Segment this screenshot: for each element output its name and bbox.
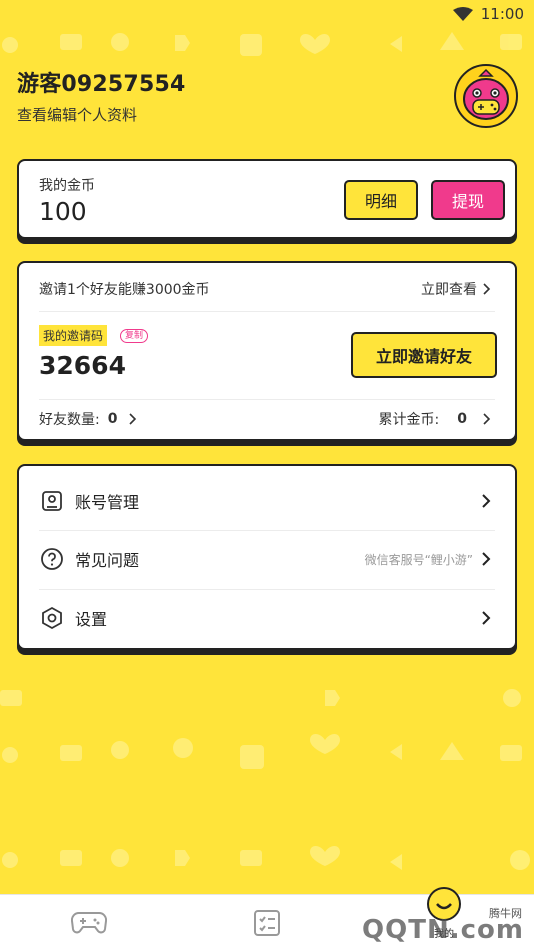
chevron-right-icon — [482, 611, 491, 625]
view-now-label: 立即查看 — [421, 282, 477, 298]
avatar[interactable] — [454, 64, 518, 128]
profile-section[interactable]: 游客09257554 查看编辑个人资料 — [17, 66, 185, 125]
tasks-icon — [254, 909, 280, 936]
menu-item-label: 账号管理 — [75, 493, 140, 512]
invite-code: 32664 — [39, 351, 126, 380]
menu-item-account[interactable]: 账号管理 — [19, 472, 515, 530]
menu-item-faq[interactable]: 常见问题 微信客服号“鲤小游” — [19, 530, 515, 588]
status-time: 11:00 — [480, 5, 524, 23]
chevron-right-icon — [482, 552, 491, 566]
nav-games[interactable] — [22, 895, 156, 949]
view-now-link[interactable]: 立即查看 — [421, 279, 491, 299]
invite-headline: 邀请1个好友能赚3000金币 — [39, 282, 210, 298]
bird-mascot-icon — [463, 68, 509, 120]
gamepad-icon — [71, 911, 107, 933]
settings-icon — [39, 605, 65, 631]
total-coins-value: 0 — [457, 411, 467, 427]
chevron-right-icon — [129, 413, 137, 425]
total-coins-label: 累计金币: — [378, 412, 440, 428]
menu-item-settings[interactable]: 设置 — [19, 589, 515, 647]
invite-card: 邀请1个好友能赚3000金币 立即查看 我的邀请码 复制 32664 立即邀请好… — [17, 261, 517, 441]
chevron-right-icon — [483, 283, 491, 295]
coins-card: 我的金币 100 明细 提现 — [17, 159, 517, 239]
chevron-right-icon — [482, 494, 491, 508]
copy-button[interactable]: 复制 — [120, 329, 149, 343]
menu-item-label: 设置 — [75, 610, 108, 629]
coins-label: 我的金币 — [39, 178, 95, 194]
account-icon — [39, 488, 65, 514]
question-icon — [39, 546, 65, 572]
divider — [39, 311, 495, 312]
invite-friends-button[interactable]: 立即邀请好友 — [351, 332, 497, 378]
friends-count-value: 0 — [107, 411, 118, 427]
status-bar: 11:00 — [0, 0, 534, 28]
chevron-right-icon — [483, 413, 491, 425]
menu-item-label: 常见问题 — [75, 551, 140, 570]
invite-code-label: 我的邀请码 — [39, 325, 108, 346]
divider — [39, 399, 495, 400]
watermark: QQTN.com — [362, 915, 524, 945]
withdraw-button[interactable]: 提现 — [431, 180, 505, 220]
wifi-icon — [452, 7, 473, 21]
wechat-service-note: 微信客服号“鲤小游” — [364, 552, 473, 567]
detail-button[interactable]: 明细 — [344, 180, 418, 220]
username: 游客09257554 — [17, 72, 186, 97]
coins-value: 100 — [39, 197, 87, 226]
friends-count-link[interactable]: 好友数量: 0 — [39, 409, 137, 429]
friends-count-label: 好友数量: — [39, 412, 100, 428]
edit-profile-link[interactable]: 查看编辑个人资料 — [17, 104, 185, 125]
menu-card: 账号管理 常见问题 微信客服号“鲤小游” 设置 — [17, 464, 517, 650]
nav-tasks[interactable] — [200, 895, 334, 949]
total-coins-link[interactable]: 累计金币: 0 — [379, 409, 491, 429]
